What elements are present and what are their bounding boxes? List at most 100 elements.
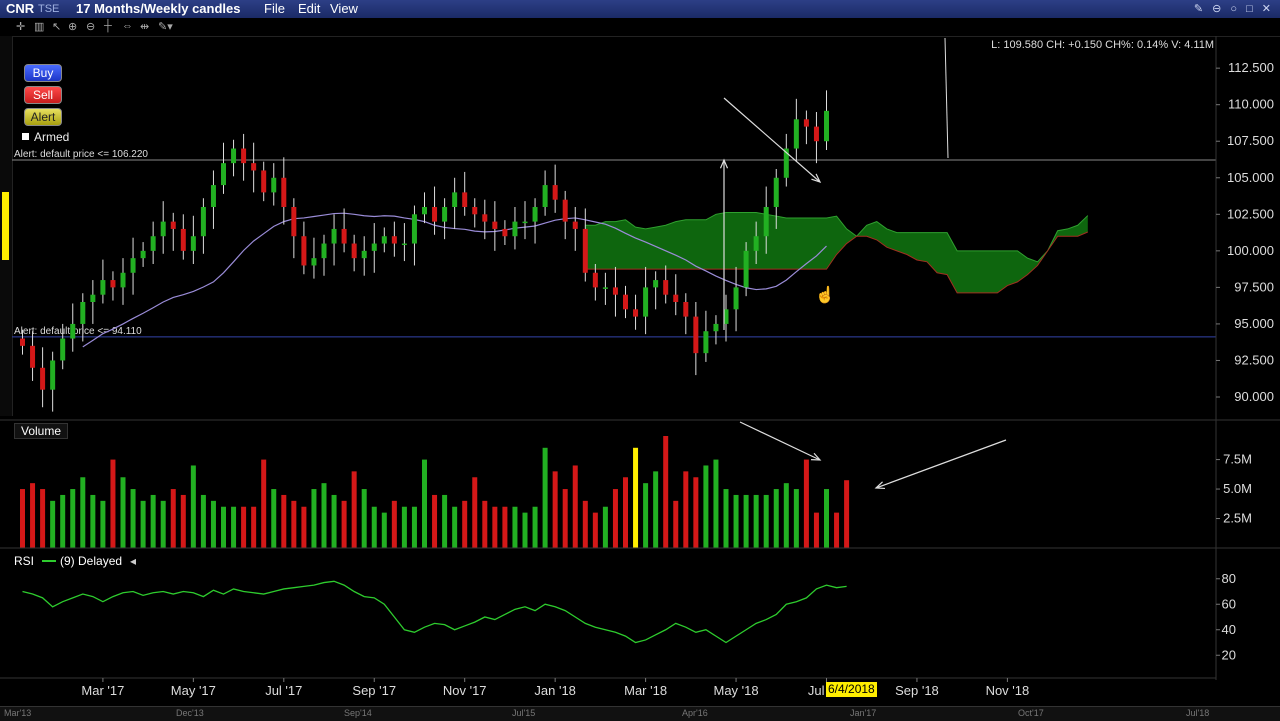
volume-bar [432,494,438,548]
volume-bar [442,494,448,548]
candle-body [432,207,438,222]
volume-bar [90,494,96,548]
volume-bar [301,506,307,548]
rsi-tick-label: 20 [1222,647,1236,662]
candle-body [231,148,237,164]
x-tick-label: Sep '18 [895,683,939,698]
volume-bar [552,471,558,548]
candle-body [160,221,166,237]
volume-bar [70,489,76,548]
overview-label: Jul'15 [512,708,536,718]
volume-bar [210,500,216,548]
candle-body [693,316,699,354]
armed-label: Armed [34,130,70,144]
volume-tick-label: 5.0M [1223,481,1252,496]
rsi-settings-icon[interactable]: ◂ [130,554,136,568]
volume-bar [351,471,357,548]
candle-body [793,119,799,149]
volume-bar [401,506,407,548]
overview-scrollbar[interactable]: Mar'13 Dec'13 Sep'14 Jul'15 Apr'16 Jan'1… [0,706,1280,721]
volume-bar [834,512,840,548]
chart-area[interactable]: Alert: default price <= 106.220 Alert: de… [0,0,1280,706]
volume-tick-label: 7.5M [1223,452,1252,467]
candle-body [422,207,427,215]
overview-label: Jul'18 [1186,708,1210,718]
volume-bar [331,494,337,548]
candle-body [271,177,277,193]
sell-button[interactable]: Sell [24,86,62,104]
volume-bar [502,506,508,548]
volume-bar [723,489,729,548]
candle-body [713,323,719,332]
rsi-tick-label: 60 [1222,596,1236,611]
volume-bar [190,465,196,548]
overview-label: Jan'17 [850,708,877,718]
volume-bar [110,459,116,548]
x-tick-label: Nov '18 [986,683,1030,698]
price-tick-label: 110.000 [1228,97,1274,112]
alert-button[interactable]: Alert [24,108,62,126]
volume-bar [80,477,86,548]
armed-checkbox[interactable]: Armed [22,130,69,144]
volume-bar [251,506,257,548]
rsi-line [22,580,847,644]
volume-bar [311,489,317,548]
volume-bar [40,489,46,548]
candle-body [582,228,588,273]
volume-bar [231,506,237,548]
candle-body [381,236,387,244]
candle-body [623,294,628,310]
volume-bar [411,506,417,548]
volume-bar [472,477,478,548]
volume-bar [512,506,518,548]
volume-bar [773,489,779,548]
x-tick-label: Nov '17 [443,683,487,698]
candle-body [492,221,498,229]
candle-body [542,185,548,207]
volume-bar [20,489,25,548]
candle-body [331,228,337,244]
volume-bar [160,500,166,548]
candle-body [361,250,367,259]
price-tick-label: 102.500 [1227,206,1274,221]
volume-bar [572,465,578,548]
buy-button[interactable]: Buy [24,64,62,82]
volume-bar [60,494,66,548]
volume-bar [321,483,327,548]
volume-bar [140,500,146,548]
ichimoku-cloud [585,212,1088,293]
candle-body [633,309,639,317]
volume-bar [422,459,427,548]
candle-body [602,287,608,289]
volume-bar [562,489,568,548]
candle-body [683,302,689,317]
volume-bar [391,500,397,548]
volume-bar [271,489,277,548]
candle-body [813,126,819,142]
candle-body [763,207,769,237]
volume-bar [100,500,106,548]
volume-bar [703,465,709,548]
candle-body [170,221,176,229]
volume-bar [743,494,749,548]
candle-body [512,221,518,237]
candle-body [643,287,649,317]
candle-body [703,331,709,354]
candle-body [502,228,508,237]
x-tick-label: Mar '17 [81,683,124,698]
candle-body [190,236,196,251]
volume-bar [462,500,468,548]
price-tick-label: 92.500 [1234,352,1274,367]
volume-bar [180,494,186,548]
volume-bar [783,483,789,548]
volume-bar [643,483,649,548]
candle-body [673,294,679,302]
candle-body [592,272,598,288]
candle-body [482,214,488,222]
volume-bar [452,506,458,548]
rsi-params[interactable]: (9) Delayed [60,554,122,568]
price-tick-label: 100.000 [1227,243,1274,258]
volume-bar [653,471,659,548]
overview-label: Oct'17 [1018,708,1044,718]
candle-body [462,192,468,207]
